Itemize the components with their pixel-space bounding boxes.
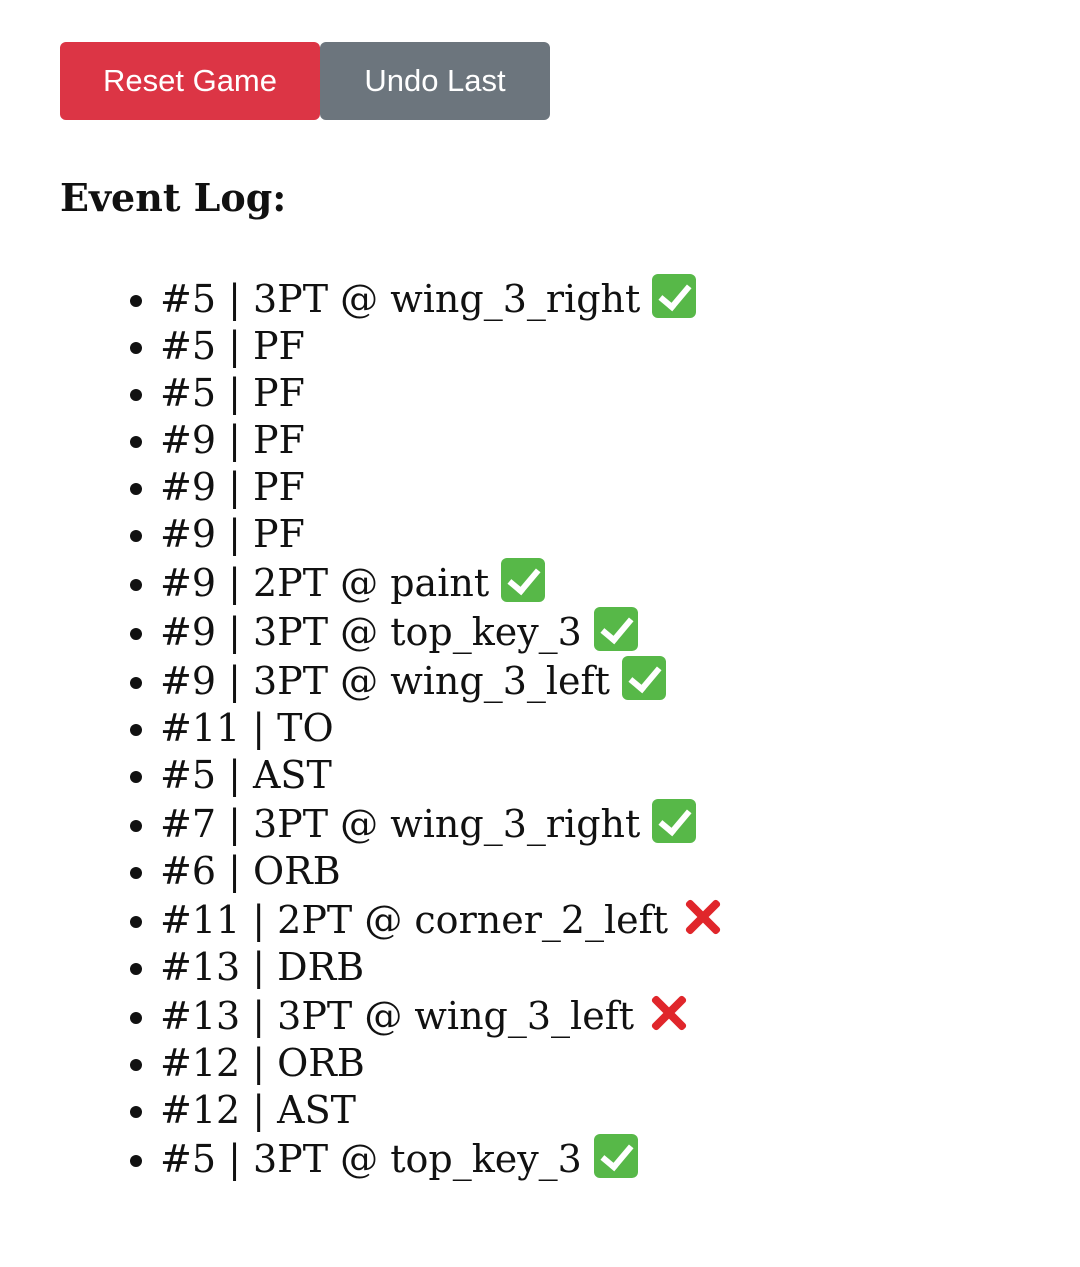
- event-log-item: #9 | PF: [160, 511, 724, 558]
- event-log-text: #5 | PF: [160, 324, 305, 368]
- event-log-item: #12 | AST: [160, 1087, 724, 1134]
- check-mark-icon: [593, 607, 638, 651]
- event-log-title: Event Log:: [60, 175, 287, 220]
- event-log-text: #13 | 3PT @ wing_3_left: [160, 994, 635, 1038]
- event-log-item: #5 | PF: [160, 370, 724, 417]
- check-mark-icon: [652, 799, 697, 843]
- event-log-item: #11 | TO: [160, 705, 724, 752]
- event-log-item: #13 | DRB: [160, 944, 724, 991]
- cross-mark-icon: [680, 895, 724, 939]
- event-log-item: #5 | AST: [160, 752, 724, 799]
- event-log-text: #9 | PF: [160, 512, 305, 556]
- event-log-text: #5 | AST: [160, 753, 332, 797]
- cross-mark-icon: [646, 991, 690, 1035]
- event-log-text: #9 | 3PT @ top_key_3: [160, 610, 582, 654]
- event-log-text: #11 | TO: [160, 706, 334, 750]
- event-log-item: #9 | 3PT @ wing_3_left: [160, 656, 724, 705]
- event-log-item: #9 | 2PT @ paint: [160, 558, 724, 607]
- event-log-item: #6 | ORB: [160, 848, 724, 895]
- event-log-item: #5 | 3PT @ wing_3_right: [160, 274, 724, 323]
- check-mark-icon: [621, 656, 666, 700]
- event-log-text: #5 | 3PT @ wing_3_right: [160, 277, 641, 321]
- undo-last-button[interactable]: Undo Last: [320, 42, 550, 120]
- event-log-text: #6 | ORB: [160, 849, 341, 893]
- event-log-text: #9 | 2PT @ paint: [160, 561, 490, 605]
- event-log-text: #9 | PF: [160, 465, 305, 509]
- event-log-item: #13 | 3PT @ wing_3_left: [160, 991, 724, 1040]
- event-log-item: #9 | PF: [160, 464, 724, 511]
- event-log-item: #12 | ORB: [160, 1040, 724, 1087]
- check-mark-icon: [593, 1134, 638, 1178]
- event-log-text: #13 | DRB: [160, 945, 365, 989]
- event-log-item: #5 | 3PT @ top_key_3: [160, 1134, 724, 1183]
- event-log-item: #9 | PF: [160, 417, 724, 464]
- event-log-text: #9 | 3PT @ wing_3_left: [160, 659, 610, 703]
- event-log-item: #9 | 3PT @ top_key_3: [160, 607, 724, 656]
- event-log-item: #7 | 3PT @ wing_3_right: [160, 799, 724, 848]
- event-log-text: #5 | PF: [160, 371, 305, 415]
- game-controls: Reset Game Undo Last: [60, 42, 550, 120]
- event-log-item: #5 | PF: [160, 323, 724, 370]
- check-mark-icon: [652, 274, 697, 318]
- event-log-text: #12 | AST: [160, 1088, 356, 1132]
- reset-game-button[interactable]: Reset Game: [60, 42, 320, 120]
- event-log-text: #12 | ORB: [160, 1041, 365, 1085]
- event-log-text: #5 | 3PT @ top_key_3: [160, 1137, 582, 1181]
- check-mark-icon: [501, 558, 546, 602]
- event-log-text: #11 | 2PT @ corner_2_left: [160, 898, 669, 942]
- event-log-text: #9 | PF: [160, 418, 305, 462]
- event-log-list: #5 | 3PT @ wing_3_right#5 | PF#5 | PF#9 …: [160, 274, 724, 1183]
- event-log-item: #11 | 2PT @ corner_2_left: [160, 895, 724, 944]
- event-log-text: #7 | 3PT @ wing_3_right: [160, 802, 641, 846]
